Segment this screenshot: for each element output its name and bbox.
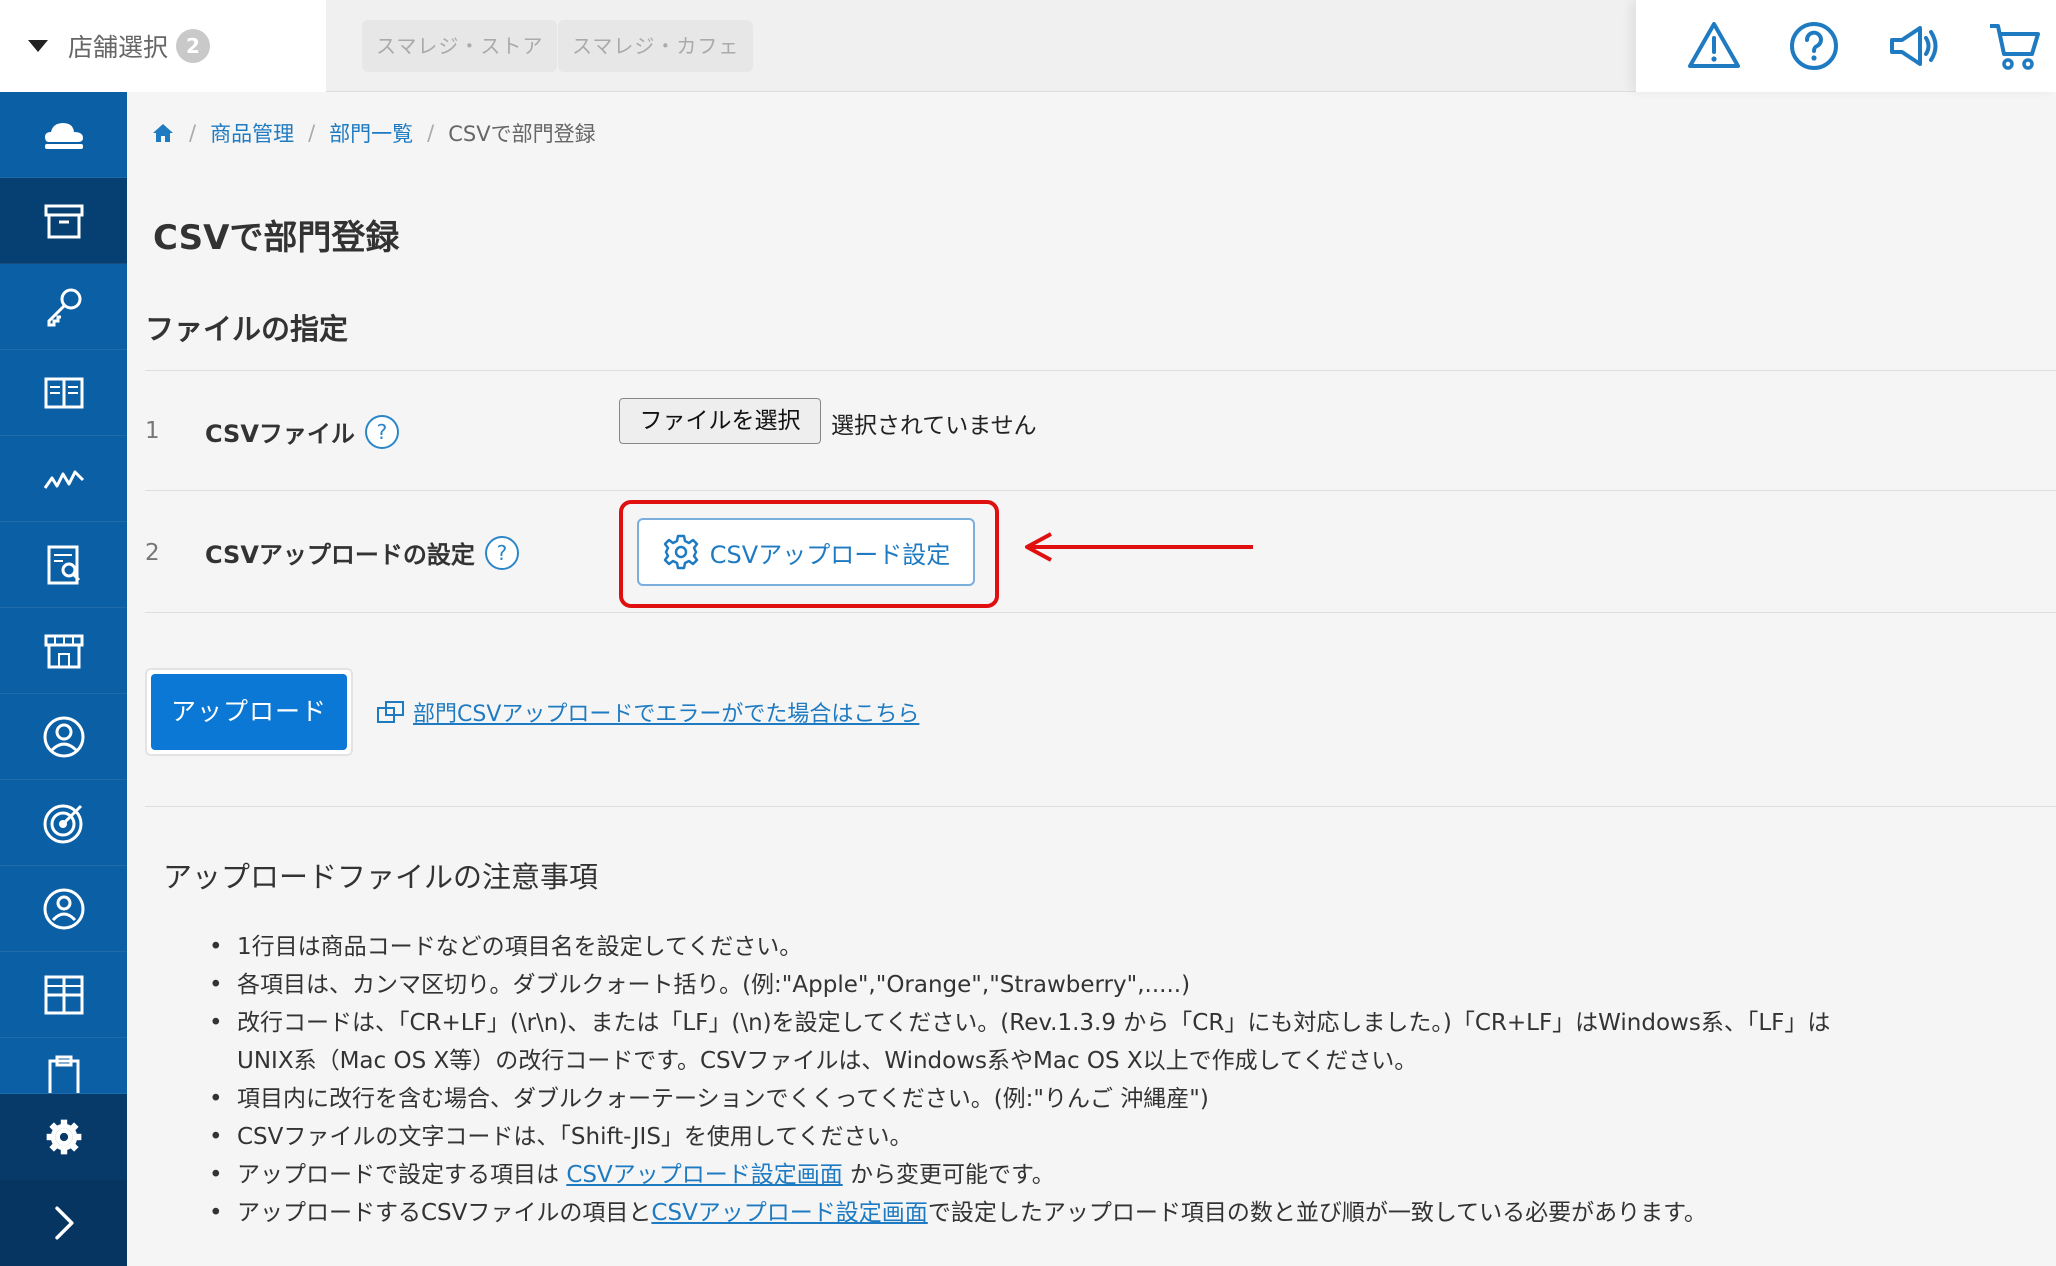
top-bar: 店舗選択 2 スマレジ・ストア スマレジ・カフェ (0, 0, 2056, 92)
notes-item: アップロードするCSVファイルの項目とCSVアップロード設定画面で設定したアップ… (209, 1194, 2056, 1232)
target-icon (43, 804, 82, 843)
sidebar-item-grid[interactable] (0, 952, 127, 1038)
csv-upload-settings-label: CSVアップロードの設定 ? (205, 535, 519, 570)
csv-upload-settings-label-text: CSVアップロードの設定 (205, 541, 475, 569)
upload-settings-page-link[interactable]: CSVアップロード設定画面 (651, 1200, 927, 1226)
sidebar (0, 92, 127, 1266)
csv-upload-settings-button[interactable]: CSVアップロード設定 (637, 518, 975, 586)
store-chip-2[interactable]: スマレジ・カフェ (558, 20, 754, 72)
person-icon (43, 888, 84, 929)
notes-item: アップロードで設定する項目は CSVアップロード設定画面 から変更可能です。 (209, 1156, 2056, 1194)
notes-item-continuation: UNIX系（Mac OS X等）の改行コードです。CSVファイルは、Window… (237, 1048, 1418, 1074)
caret-down-icon (28, 40, 48, 52)
csv-file-label-text: CSVファイル (205, 420, 355, 448)
choose-file-button[interactable]: ファイルを選択 (619, 398, 821, 444)
breadcrumb-link-products[interactable]: 商品管理 (210, 118, 294, 148)
help-icon[interactable] (1786, 18, 1842, 74)
breadcrumb-separator: / (189, 121, 197, 145)
divider (145, 806, 2056, 807)
gear-icon (663, 534, 699, 570)
sidebar-item-cloud[interactable] (0, 92, 127, 178)
settings-button[interactable] (0, 1094, 127, 1180)
breadcrumb-separator: / (427, 121, 435, 145)
store-count-badge: 2 (176, 29, 211, 63)
store-select-label: 店舗選択 (68, 33, 169, 62)
chart-icon (43, 470, 84, 489)
notes-item: 改行コードは、「CR+LF」(\r\n)、または「LF」(\n)を設定してくださ… (209, 1004, 2056, 1042)
user-circle-icon (43, 716, 84, 757)
breadcrumb: / 商品管理 / 部門一覧 / CSVで部門登録 (151, 118, 596, 148)
sidebar-item-person[interactable] (0, 866, 127, 952)
row-number: 2 (145, 540, 160, 566)
breadcrumb-current: CSVで部門登録 (448, 122, 596, 146)
sidebar-item-clipboard[interactable] (0, 1038, 127, 1094)
error-help-link-text: 部門CSVアップロードでエラーがでた場合はこちら (413, 702, 920, 727)
cart-icon[interactable] (1986, 18, 2042, 74)
clipboard-icon (48, 1055, 79, 1093)
csv-file-label: CSVファイル ? (205, 414, 399, 449)
breadcrumb-separator: / (308, 121, 316, 145)
notes-item: 1行目は商品コードなどの項目名を設定してください。 (209, 928, 2056, 966)
notes-item: 各項目は、カンマ区切り。ダブルクォート括り。(例:"Apple","Orange… (209, 966, 2056, 1004)
file-status-text: 選択されていません (831, 413, 1037, 439)
notes-item-text: アップロードするCSVファイルの項目と (237, 1200, 652, 1226)
chevron-right-icon (54, 1206, 74, 1240)
upload-button[interactable]: アップロード (151, 674, 347, 750)
book-icon (44, 377, 83, 408)
error-help-link[interactable]: 部門CSVアップロードでエラーがでた場合はこちら (377, 696, 919, 728)
store-icon (44, 634, 83, 668)
notes-title: アップロードファイルの注意事項 (163, 860, 599, 894)
upload-settings-page-link[interactable]: CSVアップロード設定画面 (566, 1162, 842, 1188)
help-icon[interactable]: ? (484, 535, 519, 570)
report-icon (47, 545, 80, 584)
csv-upload-settings-button-label: CSVアップロード設定 (709, 540, 951, 569)
page-title: CSVで部門登録 (153, 218, 400, 258)
notes-item-text: から変更可能です。 (850, 1162, 1055, 1188)
cloud-icon (44, 122, 83, 149)
sidebar-item-store[interactable] (0, 608, 127, 694)
sidebar-item-key[interactable] (0, 264, 127, 350)
expand-sidebar-button[interactable] (0, 1180, 127, 1266)
sidebar-item-target[interactable] (0, 780, 127, 866)
key-icon (47, 288, 81, 326)
help-icon[interactable]: ? (364, 414, 399, 449)
sidebar-item-products[interactable] (0, 178, 127, 264)
main-content: / 商品管理 / 部門一覧 / CSVで部門登録 CSVで部門登録 ファイルの指… (127, 92, 2056, 1266)
notes-list: 1行目は商品コードなどの項目名を設定してください。 各項目は、カンマ区切り。ダブ… (209, 928, 2056, 1232)
sidebar-item-book[interactable] (0, 350, 127, 436)
sidebar-item-user[interactable] (0, 694, 127, 780)
home-icon[interactable] (151, 121, 175, 145)
divider (145, 612, 2056, 613)
store-select-dropdown[interactable]: 店舗選択 2 (0, 0, 326, 92)
divider (145, 370, 2056, 371)
megaphone-icon[interactable] (1886, 18, 1942, 74)
breadcrumb-link-departments[interactable]: 部門一覧 (329, 118, 413, 148)
top-icon-bar (1636, 0, 2056, 92)
warning-icon[interactable] (1686, 18, 1742, 74)
grid-icon (44, 975, 83, 1014)
notes-item: 項目内に改行を含む場合、ダブルクォーテーションでくくってください。(例:"りんご… (209, 1080, 2056, 1118)
notes-item-text: アップロードで設定する項目は (237, 1162, 559, 1188)
notes-item: CSVファイルの文字コードは、「Shift-JIS」を使用してください。 (209, 1118, 2056, 1156)
sidebar-item-chart[interactable] (0, 436, 127, 522)
section-title: ファイルの指定 (145, 312, 349, 346)
row-number: 1 (145, 418, 160, 444)
notes-item-text: で設定したアップロード項目の数と並び順が一致している必要があります。 (927, 1200, 1707, 1226)
external-window-icon (377, 701, 404, 723)
arrow-left-icon (1025, 532, 1253, 562)
gear-icon (46, 1119, 81, 1155)
store-chip-1[interactable]: スマレジ・ストア (362, 20, 558, 72)
archive-icon (44, 204, 83, 238)
divider (145, 490, 2056, 491)
sidebar-item-report[interactable] (0, 522, 127, 608)
